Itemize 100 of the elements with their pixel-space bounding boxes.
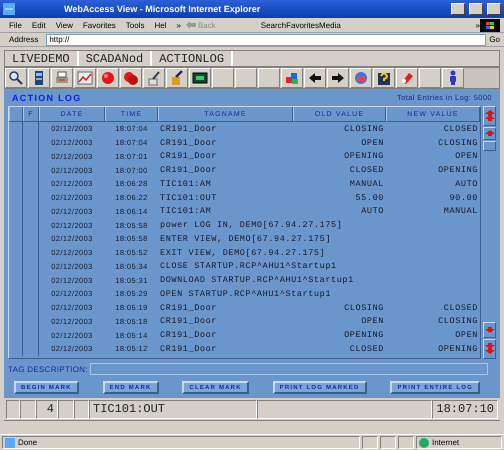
toolbar-button[interactable] [28, 68, 50, 88]
favorites-button[interactable]: Favorites [286, 20, 320, 30]
chart-icon [77, 70, 93, 86]
screen-icon [192, 70, 208, 86]
globe-icon [419, 438, 429, 448]
toolbar-button[interactable] [327, 68, 349, 88]
tagname-cell-text: CR191_Door [159, 136, 218, 150]
status-number: 4 [36, 400, 58, 418]
menu-item[interactable]: Edit [26, 20, 51, 30]
status-tag: TIC101:OUT [89, 400, 257, 418]
menu-item[interactable]: View [50, 20, 78, 30]
color-blocks-icon [284, 70, 300, 86]
menu-item[interactable]: Tools [120, 20, 150, 30]
menu-item[interactable]: File [4, 20, 27, 30]
toolbar-button[interactable] [189, 68, 211, 88]
old-value-cell-text: MANUAL [348, 178, 385, 191]
new-value-cell-text: OPEN [454, 150, 479, 164]
status-pane [380, 436, 396, 449]
scroll-thumb[interactable] [483, 141, 496, 151]
globe-icon [353, 70, 369, 86]
old-value-cell-text: OPENING [343, 329, 385, 342]
old-value-cell-text: OPENING [343, 150, 385, 164]
tag-description-label: TAG DESCRIPTION: [8, 364, 88, 374]
panel-title: ACTION LOG [12, 92, 82, 102]
new-value-cell-text: OPENING [437, 342, 479, 356]
status-text: Done [2, 436, 360, 449]
window-title: WebAccess View - Microsoft Internet Explorer [63, 4, 262, 14]
new-value-cell-text: OPEN [454, 329, 479, 342]
toolbar-button[interactable] [5, 68, 27, 88]
toolbar-button[interactable] [120, 68, 142, 88]
old-value-cell-text: OPEN [360, 136, 385, 150]
tool-icon [169, 70, 185, 86]
event-cell-text: CLOSE STARTUP.RCP^AHU1^Startup1 [159, 260, 338, 274]
toolbar-button[interactable] [51, 68, 73, 88]
old-value-cell-text: AUTO [360, 205, 385, 218]
page-down-button[interactable] [483, 339, 496, 359]
old-value-cell-text: CLOSING [343, 302, 385, 314]
event-cell-text: power LOG IN, DEMO[67.94.27.175] [159, 219, 344, 232]
status-time: 18:07:10 [432, 400, 498, 418]
new-value-cell-text: 90.00 [448, 192, 479, 204]
toolbar-button[interactable] [143, 68, 165, 88]
toolbar-button[interactable] [442, 68, 464, 88]
page-up-button[interactable] [483, 106, 496, 126]
ball-icon [100, 70, 116, 86]
help-icon [376, 70, 392, 86]
more-chevron[interactable]: » [476, 20, 480, 30]
old-value-cell-text: 55.00 [354, 192, 385, 204]
pen-icon [146, 70, 162, 86]
tagname-cell-text: TIC101:AM [159, 205, 212, 218]
toolbar-button[interactable] [304, 68, 326, 88]
tagname-cell-text: CR191_Door [159, 342, 218, 356]
minimize-button[interactable] [451, 3, 465, 15]
double-down-arrow-icon [484, 343, 494, 355]
status-pane [362, 436, 378, 449]
back-arrow-icon [186, 21, 196, 29]
new-value-cell-text: CLOSED [442, 122, 479, 136]
tagname-cell-text: CR191_Door [159, 122, 218, 136]
up-arrow-icon [484, 130, 494, 137]
maximize-button[interactable] [469, 3, 483, 15]
tag-description-field[interactable] [90, 363, 488, 375]
toolbar-button[interactable] [373, 68, 395, 88]
old-value-cell-text: CLOSED [348, 342, 385, 356]
address-label: Address [8, 35, 40, 44]
toolbar-button[interactable] [166, 68, 188, 88]
tagname-cell-text: CR191_Door [159, 164, 218, 177]
tagname-cell-text: TIC101:OUT [159, 192, 218, 204]
event-cell-text: ENTER VIEW, DEMO[67.94.27.175] [159, 232, 332, 246]
new-value-cell-text: CLOSING [437, 136, 479, 150]
zone-indicator: Internet [416, 436, 502, 449]
go-button[interactable]: Go [489, 35, 500, 44]
right-arrow-icon [330, 70, 346, 86]
event-cell-text: EXIT VIEW, DEMO[67.94.27.175] [159, 246, 326, 260]
new-value-cell-text: CLOSING [437, 315, 479, 328]
scroll-down-button[interactable] [483, 322, 496, 338]
tagname-cell-text: CR191_Door [159, 329, 218, 342]
printer-icon [54, 70, 70, 86]
tagname-cell-text: TIC101:AM [159, 178, 212, 191]
media-button[interactable]: Media [319, 20, 341, 30]
tagname-cell-text: CR191_Door [159, 315, 218, 328]
search-icon [8, 70, 24, 86]
new-value-cell-text: OPENING [437, 164, 479, 177]
new-value-cell-text: CLOSED [442, 302, 479, 314]
windows-logo-icon [480, 18, 500, 32]
page-icon [5, 438, 15, 448]
menu-item[interactable]: Favorites [78, 20, 121, 30]
close-button[interactable] [487, 3, 501, 15]
address-field[interactable]: http:// [46, 34, 486, 46]
more-chevron[interactable]: » [172, 20, 186, 30]
tagname-cell-text: CR191_Door [159, 302, 218, 314]
browser-icon [3, 3, 15, 15]
old-value-cell-text: OPEN [360, 315, 385, 328]
new-value-cell-text: MANUAL [442, 205, 479, 218]
new-value-cell-text: AUTO [454, 178, 479, 191]
down-arrow-icon [484, 326, 494, 334]
menu-item[interactable]: Hel [149, 20, 172, 30]
search-button[interactable]: Search [260, 20, 286, 30]
event-cell-text: DOWNLOAD STARTUP.RCP^AHU1^Startup1 [159, 274, 355, 287]
marker-icon [399, 70, 415, 86]
double-up-arrow-icon [484, 110, 494, 122]
scroll-up-button[interactable] [483, 127, 496, 140]
